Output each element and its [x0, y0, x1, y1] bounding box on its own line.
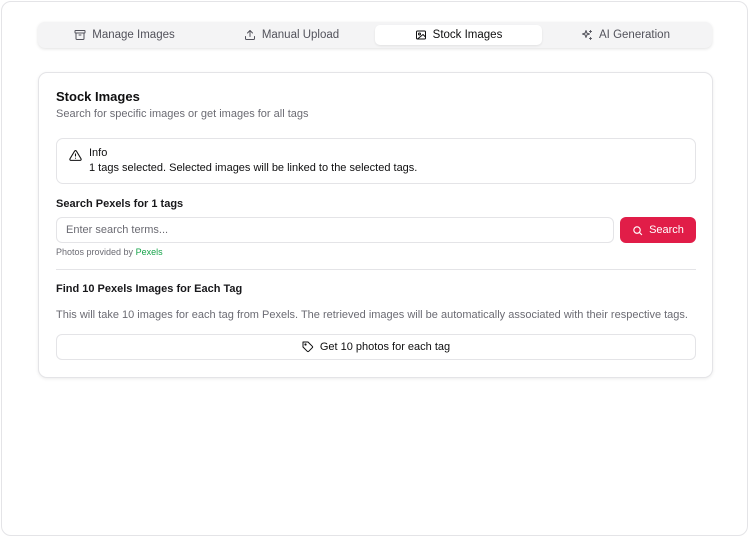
- tab-manual-upload[interactable]: Manual Upload: [208, 25, 375, 45]
- warning-triangle-icon: [69, 150, 82, 161]
- credit-text: Photos provided by: [56, 247, 134, 257]
- pexels-link[interactable]: Pexels: [136, 247, 163, 257]
- tab-label: Stock Images: [432, 29, 503, 41]
- app-frame: Manage Images Manual Upload Stock Images…: [1, 1, 748, 536]
- tab-label: Manage Images: [92, 29, 175, 41]
- card-title: Stock Images: [56, 89, 140, 104]
- upload-icon: [244, 30, 255, 40]
- stock-images-card: Stock Images Search for specific images …: [38, 72, 713, 378]
- pexels-credit: Photos provided by Pexels: [56, 247, 163, 257]
- info-alert: Info 1 tags selected. Selected images wi…: [56, 138, 696, 184]
- tag-icon: [302, 341, 313, 353]
- bulk-description: This will take 10 images for each tag fr…: [56, 309, 688, 321]
- tab-ai-generation[interactable]: AI Generation: [542, 25, 709, 45]
- search-label: Search Pexels for 1 tags: [56, 198, 184, 210]
- tab-bar: Manage Images Manual Upload Stock Images…: [38, 22, 712, 48]
- tab-label: AI Generation: [599, 29, 670, 41]
- bulk-label: Find 10 Pexels Images for Each Tag: [56, 283, 243, 295]
- archive-icon: [74, 30, 86, 40]
- sparkles-icon: [582, 30, 593, 40]
- search-button[interactable]: Search: [620, 217, 696, 243]
- search-input[interactable]: [56, 217, 614, 243]
- tab-label: Manual Upload: [261, 29, 340, 41]
- section-divider: [56, 269, 696, 270]
- image-icon: [415, 30, 426, 40]
- tab-stock-images[interactable]: Stock Images: [375, 25, 542, 45]
- get-photos-button[interactable]: Get 10 photos for each tag: [56, 334, 696, 360]
- alert-title: Info: [89, 147, 108, 159]
- search-icon: [633, 225, 643, 235]
- alert-text: 1 tags selected. Selected images will be…: [89, 162, 418, 174]
- search-button-label: Search: [649, 224, 684, 236]
- card-description: Search for specific images or get images…: [56, 108, 309, 120]
- tab-manage-images[interactable]: Manage Images: [41, 25, 208, 45]
- get-photos-label: Get 10 photos for each tag: [319, 341, 451, 353]
